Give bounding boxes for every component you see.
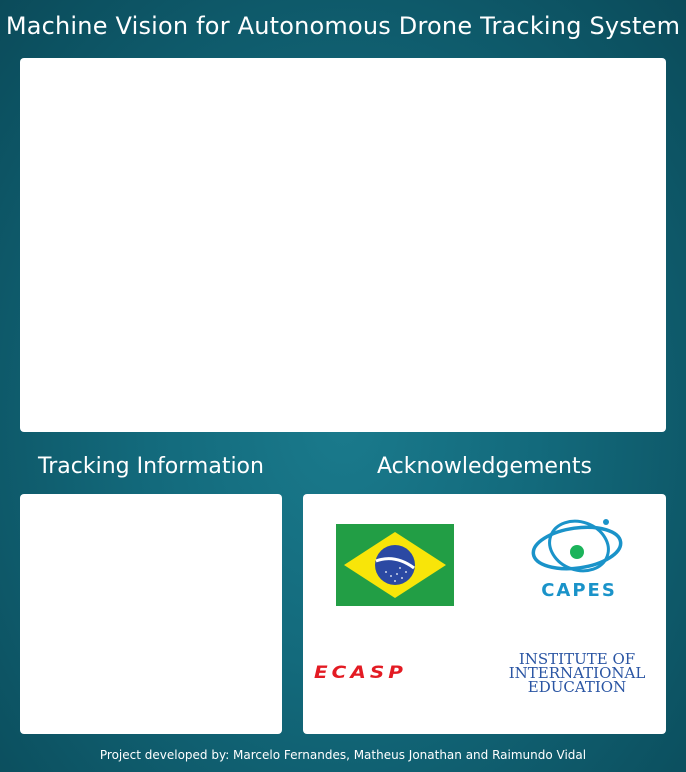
ecasp-logo-icon: ECASP	[314, 660, 476, 690]
ecasp-logo-text: ECASP	[314, 661, 407, 683]
app-title: Machine Vision for Autonomous Drone Trac…	[5, 12, 681, 40]
footer-credits: Project developed by: Marcelo Fernandes,…	[99, 748, 587, 762]
iie-logo-line-3: EDUCATION	[527, 678, 627, 696]
tracking-information-title: Tracking Information	[38, 454, 264, 479]
video-feed-panel	[20, 58, 666, 432]
capes-logo-icon: CAPES	[531, 516, 627, 606]
brazil-flag-icon	[336, 524, 454, 606]
capes-logo-text: CAPES	[541, 580, 617, 601]
tracking-information-panel	[20, 494, 282, 734]
acknowledgements-title: Acknowledgements	[376, 454, 592, 479]
iie-logo-icon: INSTITUTE OF INTERNATIONAL EDUCATION	[497, 652, 657, 698]
acknowledgements-panel: CAPES ECASP INSTITUTE OF INTERNATIONAL E…	[303, 494, 666, 734]
